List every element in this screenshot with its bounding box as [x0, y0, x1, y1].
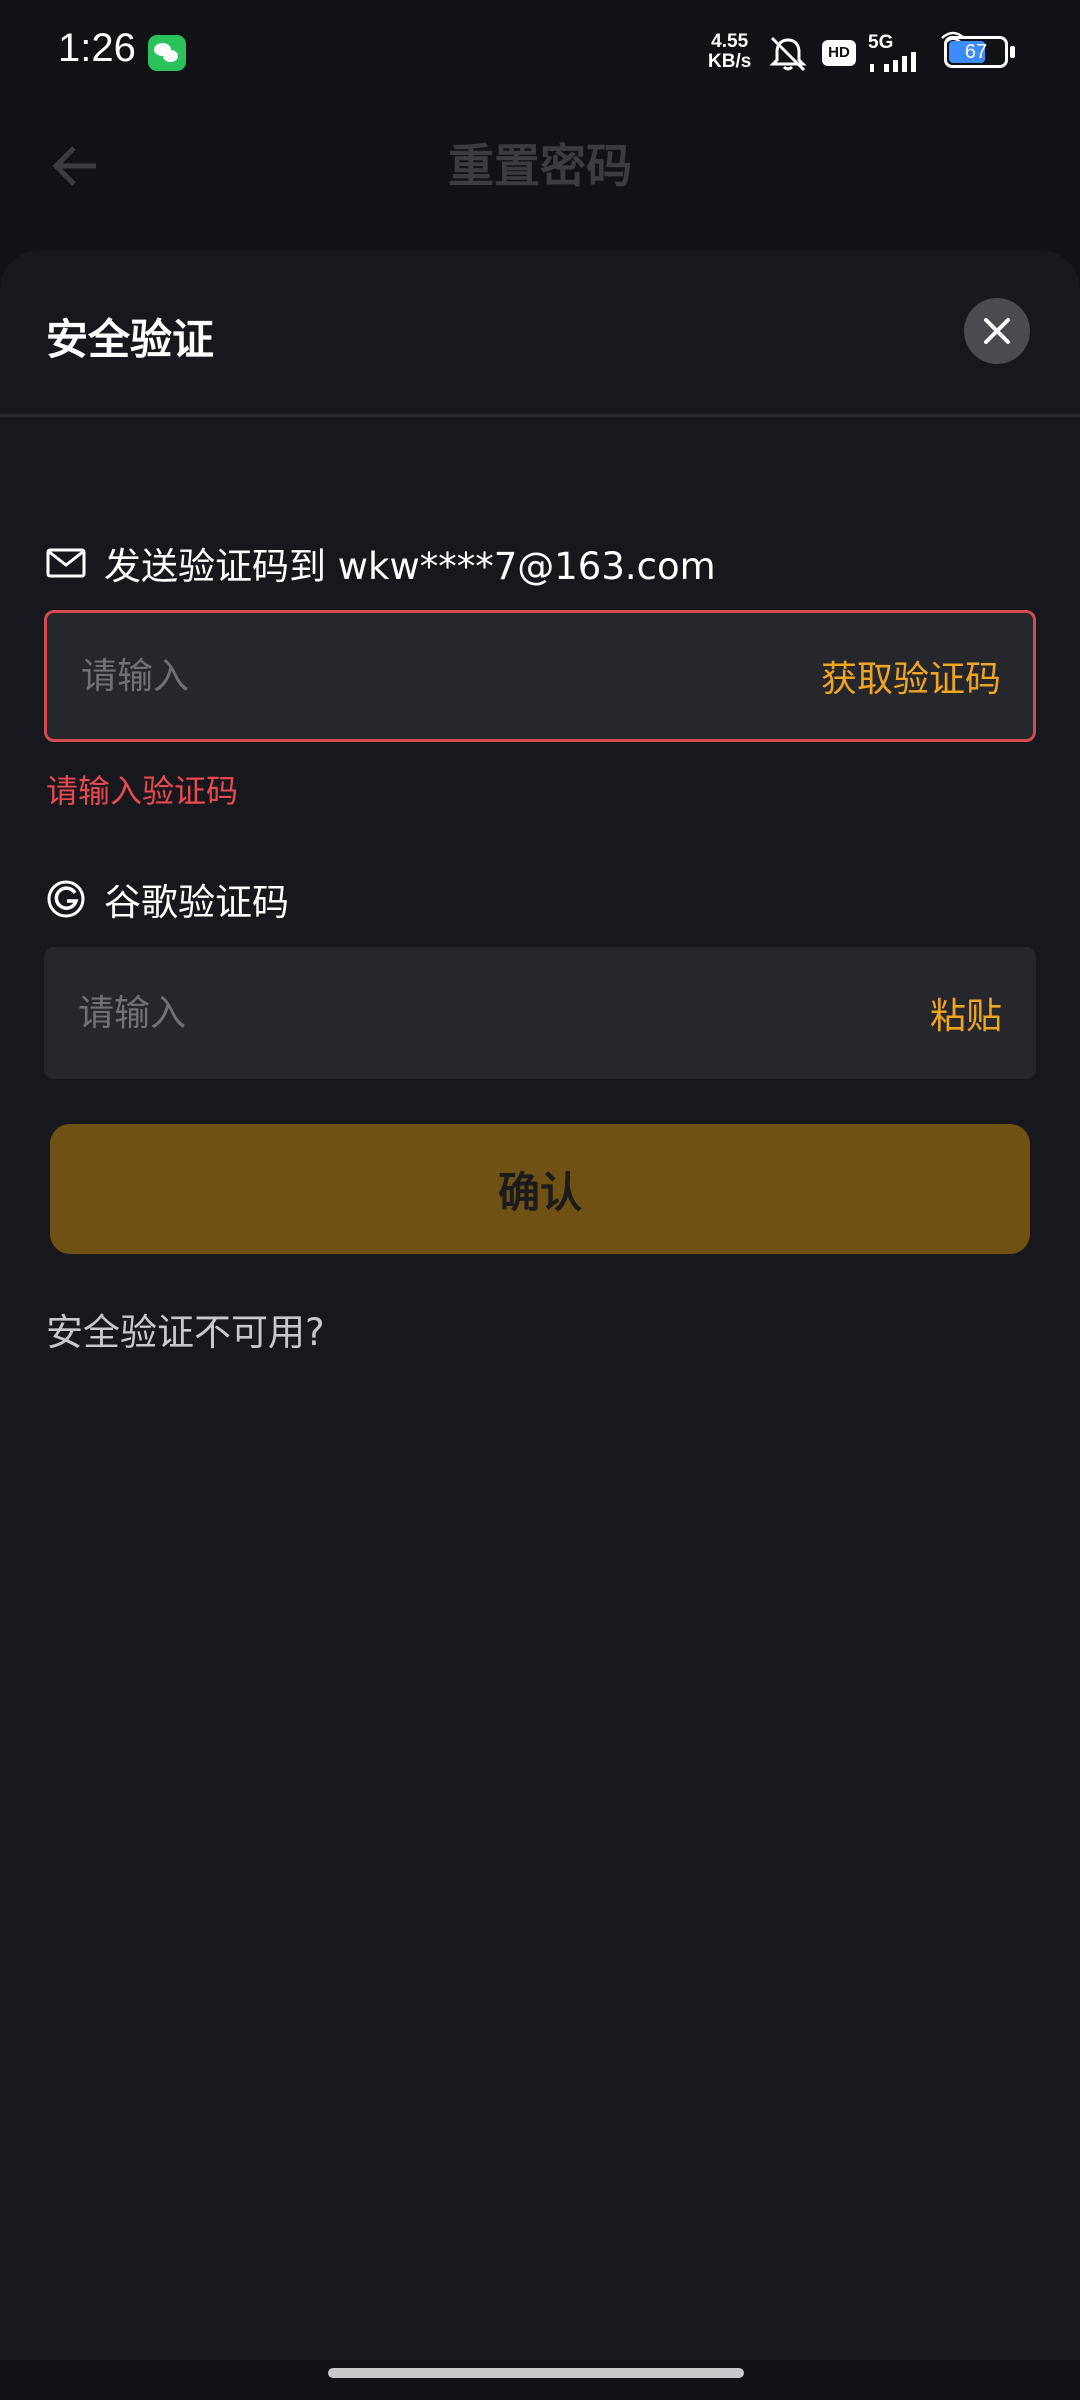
google-code-input-box: 粘贴	[44, 947, 1036, 1079]
security-verification-sheet: 安全验证 发送验证码到 wkw****7@163.com 获取验证码 请输入验证…	[0, 250, 1080, 2360]
mute-bell-icon	[769, 36, 807, 72]
get-code-button[interactable]: 获取验证码	[821, 613, 1001, 739]
email-code-input[interactable]	[81, 613, 761, 739]
close-icon	[984, 318, 1010, 344]
status-time: 1:26	[58, 26, 136, 70]
battery-icon: 67	[944, 36, 1008, 68]
paste-button[interactable]: 粘贴	[930, 947, 1002, 1079]
network-speed: 4.55 KB/s	[708, 32, 751, 72]
verification-unavailable-link[interactable]: 安全验证不可用?	[46, 1302, 325, 1356]
google-code-label-text: 谷歌验证码	[104, 881, 289, 924]
mail-icon	[46, 543, 86, 583]
email-code-input-box: 获取验证码	[44, 610, 1036, 742]
status-bar: 1:26 4.55 KB/s HD 5G 67	[0, 0, 1080, 100]
battery-level: 67	[964, 41, 988, 63]
confirm-button[interactable]: 确认	[50, 1124, 1030, 1254]
page-title: 重置密码	[448, 139, 632, 193]
google-code-input[interactable]	[78, 947, 758, 1079]
divider	[0, 414, 1080, 417]
hd-voice-icon: HD	[822, 40, 856, 66]
email-code-label: 发送验证码到 wkw****7@163.com	[46, 536, 716, 590]
network-speed-value: 4.55	[711, 31, 749, 52]
battery-cap	[1010, 46, 1015, 58]
nav-bar: 重置密码	[0, 100, 1080, 230]
google-authenticator-icon	[46, 879, 86, 919]
network-speed-unit: KB/s	[708, 51, 752, 72]
error-message: 请输入验证码	[46, 772, 239, 810]
sheet-title: 安全验证	[46, 315, 215, 364]
home-indicator[interactable]	[328, 2368, 744, 2378]
wechat-notification-icon	[148, 35, 186, 71]
email-code-label-text: 发送验证码到 wkw****7@163.com	[104, 545, 716, 588]
close-button[interactable]	[964, 298, 1030, 364]
signal-icon	[870, 52, 916, 72]
google-code-label: 谷歌验证码	[46, 872, 289, 926]
